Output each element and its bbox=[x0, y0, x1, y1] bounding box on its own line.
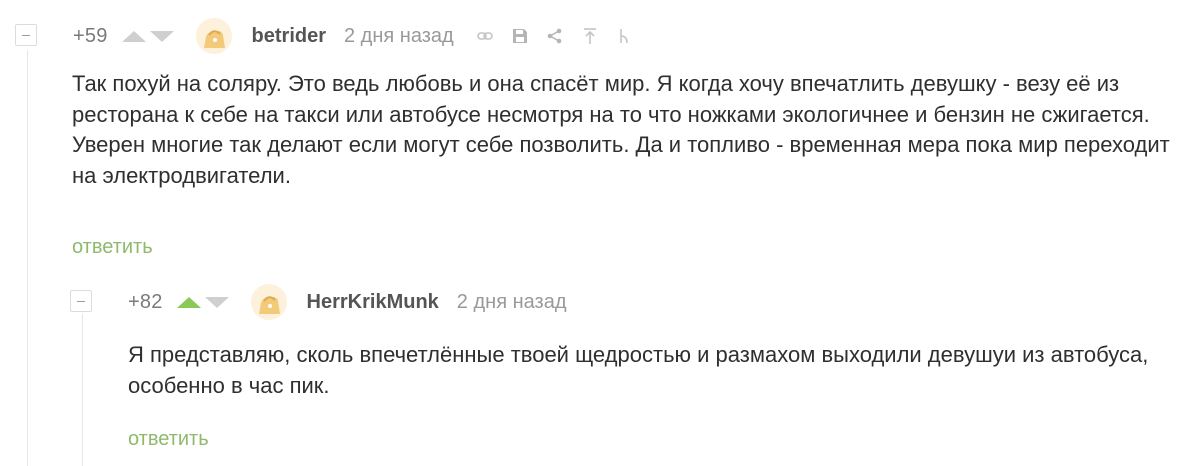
comment-text: Так похуй на соляру. Это ведь любовь и о… bbox=[72, 71, 1170, 188]
collapse-icon[interactable] bbox=[70, 290, 92, 312]
link-icon[interactable] bbox=[476, 27, 494, 45]
upvote-icon[interactable] bbox=[121, 30, 146, 42]
save-icon[interactable] bbox=[511, 27, 529, 45]
comment-header: +82 HerrKrikMunk 2 дня назад bbox=[128, 284, 588, 320]
comment-tools bbox=[476, 27, 651, 45]
thread-line[interactable] bbox=[27, 50, 28, 466]
avatar[interactable] bbox=[250, 284, 287, 320]
collapse-icon[interactable] bbox=[15, 24, 37, 46]
branch-icon[interactable] bbox=[616, 27, 634, 45]
avatar[interactable] bbox=[195, 18, 232, 54]
downvote-icon[interactable] bbox=[149, 30, 174, 42]
comment-time[interactable]: 2 дня назад bbox=[344, 25, 454, 48]
comment-author[interactable]: betrider bbox=[252, 25, 326, 48]
comment-text: Я представляю, сколь впечетлённые твоей … bbox=[128, 342, 1149, 398]
reply-link[interactable]: ответить bbox=[128, 428, 209, 451]
comment-header: +59 betrider 2 дня назад bbox=[73, 18, 651, 54]
comment-rating: +59 bbox=[73, 24, 108, 47]
share-icon[interactable] bbox=[546, 27, 564, 45]
go-to-parent-icon[interactable] bbox=[581, 27, 599, 45]
upvote-icon[interactable] bbox=[176, 296, 201, 308]
downvote-icon[interactable] bbox=[204, 296, 229, 308]
reply-link[interactable]: ответить bbox=[72, 236, 153, 259]
nested-thread-line[interactable] bbox=[82, 314, 83, 466]
comment-time[interactable]: 2 дня назад bbox=[457, 291, 567, 314]
comment-rating: +82 bbox=[128, 290, 163, 313]
comment-author[interactable]: HerrKrikMunk bbox=[307, 291, 439, 314]
